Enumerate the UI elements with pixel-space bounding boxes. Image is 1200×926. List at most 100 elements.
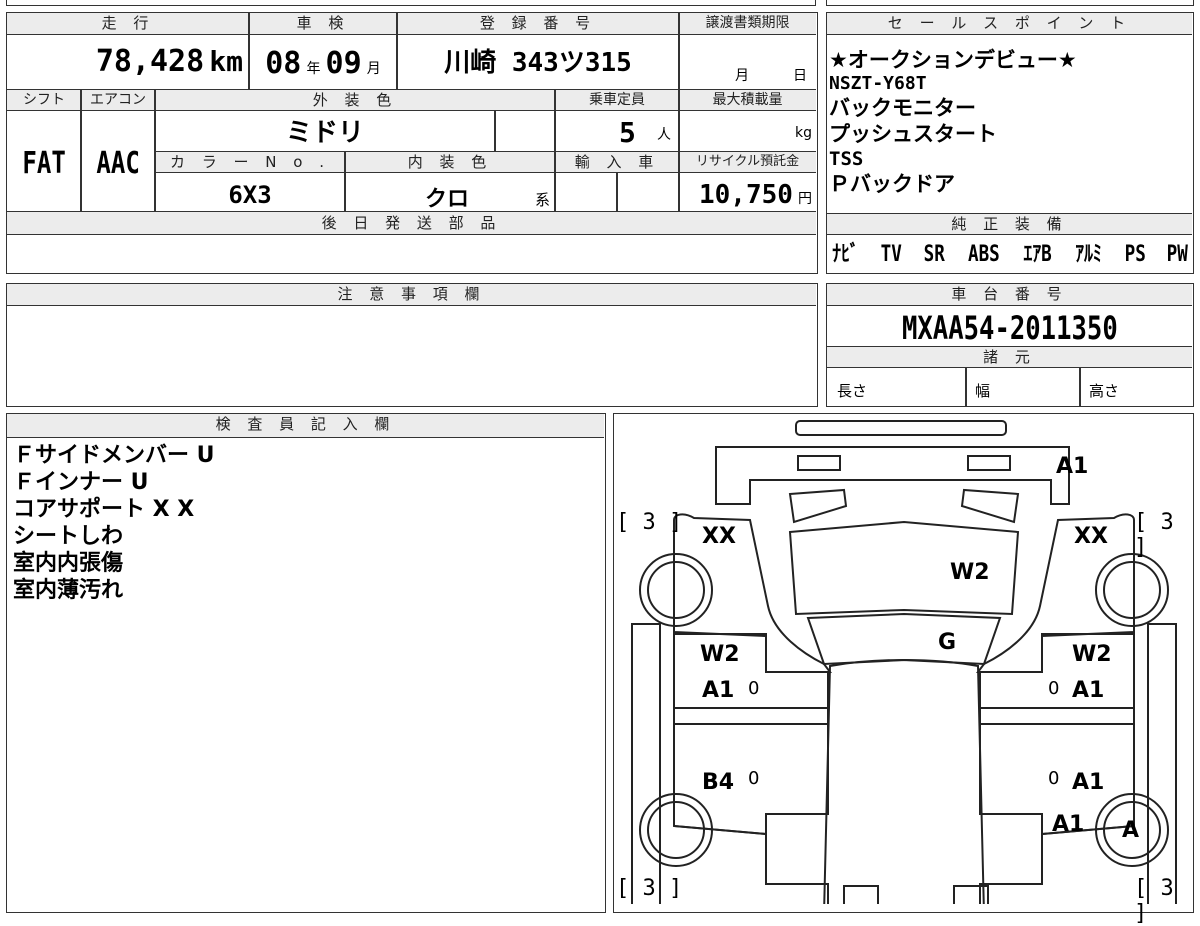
shift-label: シフト bbox=[7, 90, 81, 110]
mark-rear-left-door: B4 bbox=[702, 770, 735, 795]
inspector-note: 室内薄汚れ bbox=[13, 578, 124, 603]
cut-off-top-row bbox=[6, 0, 816, 6]
equipment-item: SR bbox=[924, 242, 946, 267]
inspection-cell: 08 年 09 月 bbox=[249, 35, 397, 87]
transfer-day: 日 bbox=[793, 68, 807, 84]
sales-point-line: NSZT-Y68T bbox=[829, 73, 927, 94]
mileage-cell: 78,428 km bbox=[7, 35, 249, 87]
mark-zero: 0 bbox=[748, 768, 760, 789]
mark-rear-right: A1 bbox=[1052, 812, 1085, 837]
max-load-cell: kg bbox=[679, 113, 816, 151]
main-info-table: 走 行 車 検 登 録 番 号 譲渡書類期限 78,428 km 08 年 09… bbox=[6, 12, 818, 274]
mark-front-left-door: W2 bbox=[700, 642, 740, 667]
interior-cell: クロ 系 bbox=[345, 175, 555, 212]
inspector-panel: 検 査 員 記 入 欄 Ｆサイドメンバー U Ｆインナー U コアサポート X … bbox=[6, 413, 606, 913]
exterior-color-label: 外 装 色 bbox=[155, 90, 555, 110]
registration-label: 登 録 番 号 bbox=[397, 13, 679, 33]
inspector-note: Ｆサイドメンバー U bbox=[13, 443, 215, 468]
equipment-item: ABS bbox=[968, 242, 1001, 267]
color-no-value: 6X3 bbox=[228, 181, 272, 209]
equipment-item: ｴｱB bbox=[1023, 242, 1053, 267]
mark-zero: 0 bbox=[748, 678, 760, 699]
tire-bracket-rl: [ 3 ] bbox=[616, 876, 683, 901]
tire-bracket-fr: [ 3 ] bbox=[1134, 510, 1174, 560]
recycle-unit: 円 bbox=[798, 191, 812, 207]
equipment-list: ﾅﾋﾞ TV SR ABS ｴｱB ｱﾙﾐ PS PW bbox=[829, 239, 1191, 271]
max-load-label: 最大積載量 bbox=[679, 90, 816, 110]
equipment-item: PS bbox=[1124, 242, 1146, 267]
mileage-label: 走 行 bbox=[7, 13, 249, 33]
mark-zero: 0 bbox=[1048, 678, 1060, 699]
equipment-item: ﾅﾋﾞ bbox=[832, 242, 859, 267]
inspector-note: Ｆインナー U bbox=[13, 470, 149, 495]
chassis-label: 車 台 番 号 bbox=[827, 284, 1192, 306]
shift-value: FAT bbox=[22, 146, 66, 181]
tire-bracket-fl: [ 3 ] bbox=[616, 510, 683, 535]
inspector-note: コアサポート X X bbox=[13, 497, 195, 522]
equipment-label: 純 正 装 備 bbox=[827, 213, 1192, 235]
inspector-note: シートしわ bbox=[13, 524, 124, 549]
ac-value: AAC bbox=[96, 146, 140, 181]
mark-front-left-door-2: A1 bbox=[702, 678, 735, 703]
mark-hood: W2 bbox=[950, 560, 990, 585]
length-label: 長さ bbox=[837, 382, 868, 400]
tire-bracket-rr: [ 3 ] bbox=[1134, 876, 1174, 926]
recycle-label: リサイクル預託金 bbox=[679, 152, 816, 172]
chassis-panel: 車 台 番 号 MXAA54-2011350 諸 元 長さ 幅 高さ bbox=[826, 283, 1194, 407]
mark-front-right: XX bbox=[1074, 524, 1108, 549]
interior-color-label: 内 装 色 bbox=[345, 152, 555, 172]
interior-suffix: 系 bbox=[535, 191, 551, 209]
capacity-value: 5 bbox=[619, 116, 636, 149]
mark-rear-right-door: A1 bbox=[1072, 770, 1105, 795]
ac-label: エアコン bbox=[81, 90, 155, 110]
inspection-year: 08 bbox=[265, 46, 302, 81]
inspection-month-unit: 月 bbox=[366, 61, 381, 77]
sales-points-label: セ ー ル ス ポ イ ン ト bbox=[827, 13, 1192, 35]
capacity-unit: 人 bbox=[657, 127, 671, 143]
mileage-value: 78,428 bbox=[95, 44, 205, 79]
sales-point-line: ★オークションデビュー★ bbox=[829, 48, 1077, 72]
inspection-year-unit: 年 bbox=[306, 61, 321, 77]
exterior-color-value: ミドリ bbox=[285, 118, 364, 148]
sales-point-line: バックモニター bbox=[829, 96, 976, 120]
max-load-unit: kg bbox=[795, 125, 812, 141]
spec-label: 諸 元 bbox=[827, 346, 1192, 368]
cut-off-top-row-right bbox=[826, 0, 1194, 6]
chassis-number: MXAA54-2011350 bbox=[901, 309, 1118, 347]
mark-front-bumper: A1 bbox=[1056, 454, 1089, 479]
interior-color-value: クロ bbox=[425, 187, 470, 212]
equipment-item: PW bbox=[1167, 242, 1189, 267]
car-condition-diagram: [ 3 ] [ 3 ] [ 3 ] [ 3 ] A1 XX XX W2 G W2… bbox=[613, 413, 1194, 926]
registration-value: 川崎 343ツ315 bbox=[444, 48, 632, 78]
notes-panel: 注 意 事 項 欄 bbox=[6, 283, 818, 407]
mark-rear-right-wheel: A bbox=[1122, 818, 1140, 843]
width-label: 幅 bbox=[975, 382, 991, 400]
inspector-note: 室内内張傷 bbox=[13, 551, 124, 576]
capacity-label: 乗車定員 bbox=[555, 90, 679, 110]
inspection-label: 車 検 bbox=[249, 13, 397, 33]
mileage-unit: km bbox=[209, 45, 243, 78]
color-no-label: カ ラ ー N o . bbox=[155, 152, 345, 172]
import-label: 輸 入 車 bbox=[555, 152, 679, 172]
mark-front-left: XX bbox=[702, 524, 736, 549]
equipment-item: ｱﾙﾐ bbox=[1075, 242, 1102, 267]
sales-point-line: Ｐバックドア bbox=[829, 172, 955, 196]
sales-point-line: プッシュスタート bbox=[829, 122, 997, 146]
transfer-month: 月 bbox=[735, 68, 749, 84]
recycle-value: 10,750 bbox=[698, 180, 793, 210]
inspector-label: 検 査 員 記 入 欄 bbox=[7, 414, 604, 438]
mark-front-right-door-2: A1 bbox=[1072, 678, 1105, 703]
sales-point-line: TSS bbox=[829, 148, 864, 170]
later-parts-label: 後 日 発 送 部 品 bbox=[7, 213, 816, 233]
transfer-deadline-label: 譲渡書類期限 bbox=[679, 13, 816, 33]
mark-front-right-door: W2 bbox=[1072, 642, 1112, 667]
sales-points-panel: セ ー ル ス ポ イ ン ト ★オークションデビュー★ NSZT-Y68T バ… bbox=[826, 12, 1194, 274]
inspection-month: 09 bbox=[325, 46, 362, 81]
mark-zero: 0 bbox=[1048, 768, 1060, 789]
recycle-cell: 10,750 円 bbox=[679, 175, 816, 211]
capacity-cell: 5 人 bbox=[555, 113, 679, 151]
transfer-cell: 月 日 bbox=[679, 35, 816, 87]
equipment-item: TV bbox=[881, 242, 903, 267]
inspector-notes-list: Ｆサイドメンバー U Ｆインナー U コアサポート X X シートしわ 室内内張… bbox=[13, 442, 215, 604]
notes-label: 注 意 事 項 欄 bbox=[7, 284, 816, 306]
